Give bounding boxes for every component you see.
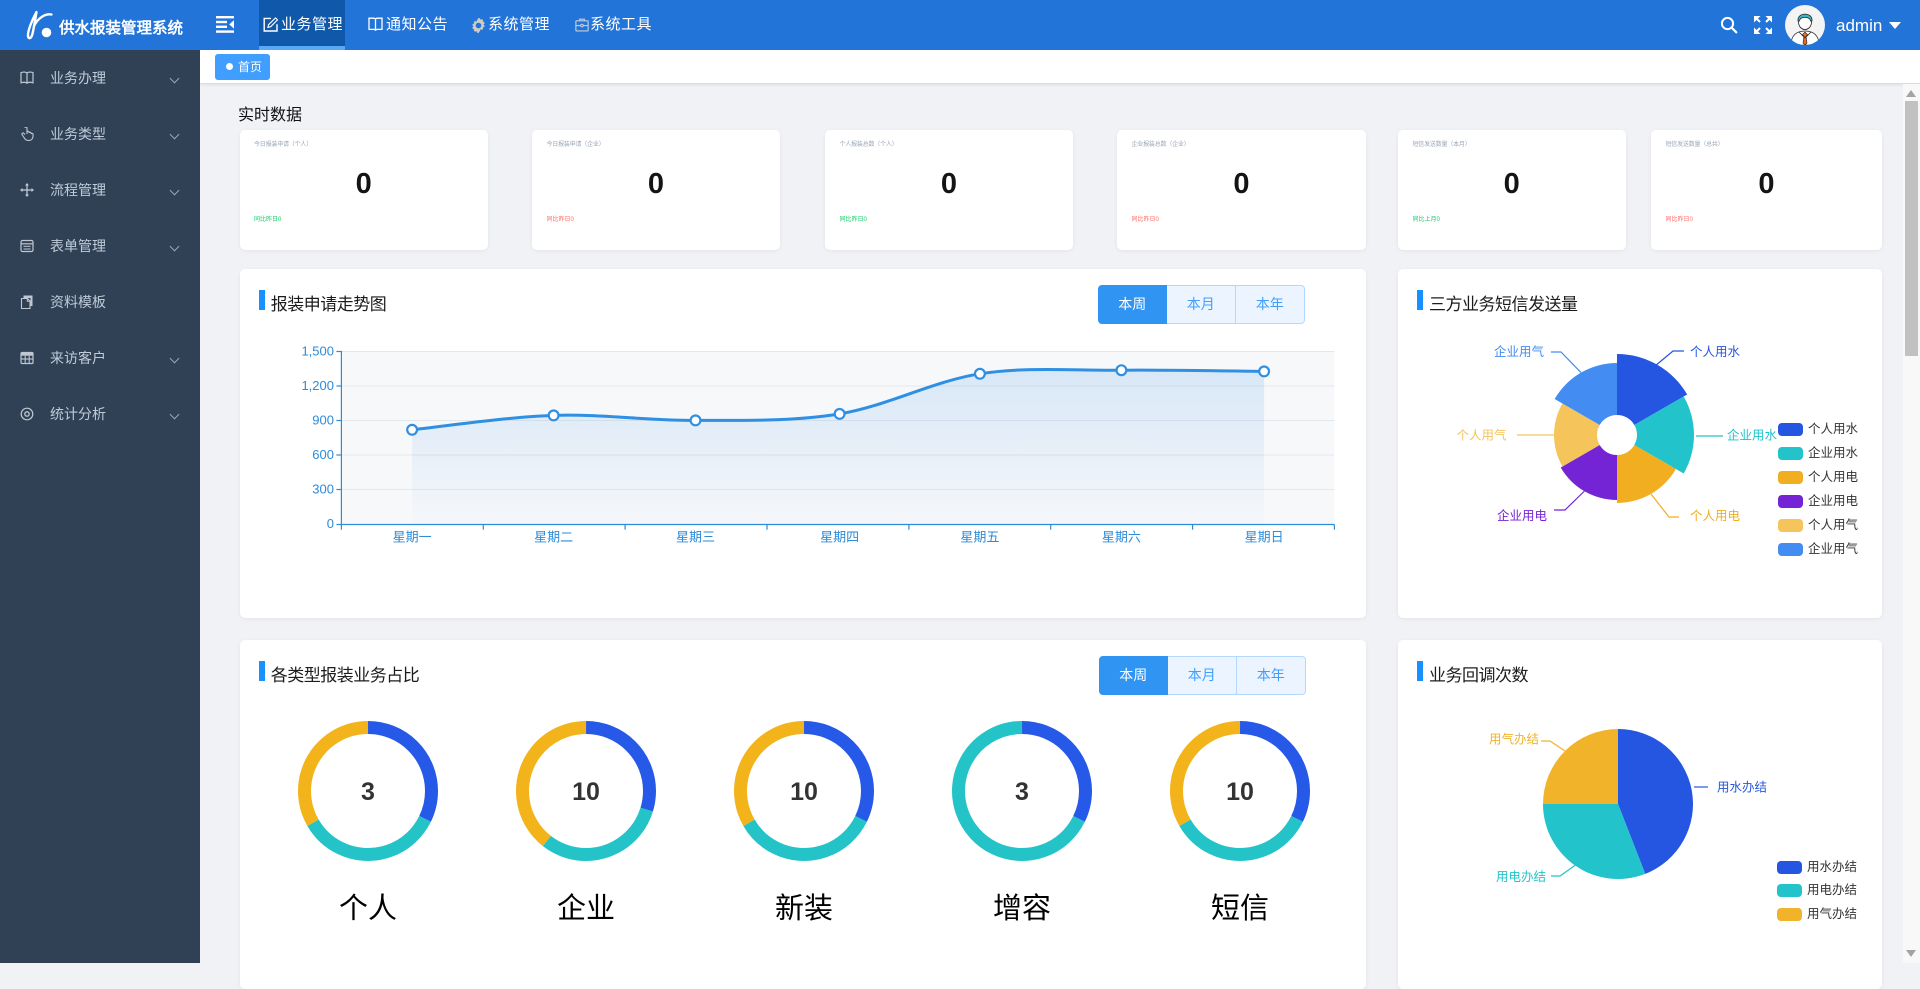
svg-text:1,200: 1,200 [301,378,334,393]
svg-text:企业用气: 企业用气 [1494,344,1545,359]
svg-text:用水办结: 用水办结 [1717,780,1767,795]
svg-text:10: 10 [572,778,600,806]
svg-text:0: 0 [327,516,334,531]
svg-text:星期四: 星期四 [820,530,859,545]
svg-text:10: 10 [790,778,818,806]
svg-text:个人用气: 个人用气 [1456,428,1507,443]
svg-text:10: 10 [1226,778,1254,806]
svg-text:企业用电: 企业用电 [1497,508,1548,523]
svg-text:个人用水: 个人用水 [1690,345,1741,359]
svg-text:星期六: 星期六 [1102,530,1141,545]
svg-text:个人用电: 个人用电 [1690,509,1741,523]
svg-text:星期一: 星期一 [392,530,431,545]
svg-text:900: 900 [312,413,334,428]
svg-text:300: 300 [312,482,334,497]
svg-text:星期日: 星期日 [1244,530,1283,545]
svg-text:用气办结: 用气办结 [1489,732,1539,747]
svg-text:企业用水: 企业用水 [1727,428,1778,443]
svg-text:用电办结: 用电办结 [1496,869,1546,884]
svg-text:星期三: 星期三 [676,530,715,545]
svg-text:3: 3 [361,778,375,806]
svg-text:星期五: 星期五 [960,530,999,545]
svg-text:3: 3 [1015,778,1029,806]
svg-text:1,500: 1,500 [301,344,334,359]
svg-text:星期二: 星期二 [534,530,573,545]
svg-text:600: 600 [312,447,334,462]
